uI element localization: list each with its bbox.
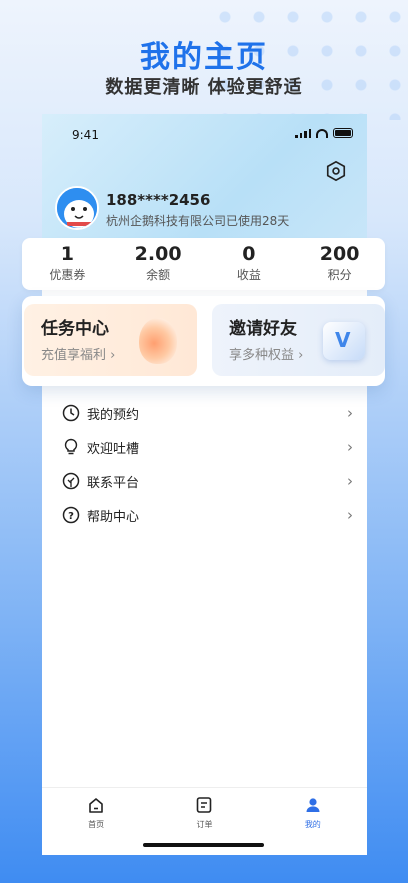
menu-item-label: 联系平台: [87, 475, 140, 491]
tab-home[interactable]: 首页: [42, 788, 150, 847]
battery-icon: [333, 128, 353, 138]
menu-list: 我的预约 › 欢迎吐槽 › 联系平台 › ? 帮助中心 ›: [42, 396, 367, 532]
stat-value: 1: [60, 243, 74, 265]
egg-icon: [139, 318, 177, 364]
task-center-card[interactable]: 任务中心 充值享福利 ›: [24, 304, 197, 376]
vip-badge-icon: V: [323, 322, 365, 360]
status-icons: [295, 128, 353, 138]
stat-coupon[interactable]: 1 优惠券: [22, 238, 113, 290]
stat-earnings[interactable]: 0 收益: [204, 238, 295, 290]
stat-label: 收益: [236, 268, 261, 282]
menu-item-label: 帮助中心: [87, 509, 140, 525]
chevron-right-icon: ›: [347, 472, 353, 490]
hero-title: 我的主页: [140, 40, 268, 75]
status-time: 9:41: [72, 128, 99, 142]
invite-friends-card[interactable]: 邀请好友 享多种权益 › V: [212, 304, 385, 376]
stat-label: 积分: [327, 268, 352, 282]
tab-profile[interactable]: 我的: [259, 788, 367, 847]
stat-value: 200: [319, 243, 360, 265]
leaf-icon: [62, 472, 80, 490]
svg-text:?: ?: [68, 511, 74, 522]
card-title: 邀请好友: [229, 319, 297, 339]
feature-cards: 任务中心 充值享福利 › 邀请好友 享多种权益 › V: [22, 296, 385, 386]
stat-value: 2.00: [134, 243, 182, 265]
tab-bar: 首页 订单 我的: [42, 787, 367, 847]
stat-points[interactable]: 200 积分: [294, 238, 385, 290]
card-subtitle: 享多种权益 ›: [229, 348, 304, 363]
signal-icon: [295, 128, 311, 138]
menu-item-contact[interactable]: 联系平台 ›: [42, 464, 367, 498]
menu-item-label: 我的预约: [87, 407, 140, 423]
order-icon: [150, 794, 258, 816]
menu-item-label: 欢迎吐槽: [87, 441, 140, 457]
clock-icon: [62, 404, 80, 422]
menu-item-help[interactable]: ? 帮助中心 ›: [42, 498, 367, 532]
tab-label: 订单: [196, 820, 213, 829]
profile-icon: [259, 794, 367, 816]
card-subtitle: 充值享福利 ›: [41, 348, 116, 363]
stat-label: 优惠券: [49, 268, 86, 282]
lightbulb-icon: [62, 438, 80, 456]
company-usage: 杭州企鹅科技有限公司已使用28天: [106, 214, 290, 228]
tab-label: 首页: [88, 820, 105, 829]
stat-label: 余额: [146, 268, 171, 282]
home-icon: [42, 794, 150, 816]
help-icon: ?: [62, 506, 80, 524]
tab-label: 我的: [304, 820, 321, 829]
menu-item-appointments[interactable]: 我的预约 ›: [42, 396, 367, 430]
stats-bar: 1 优惠券 2.00 余额 0 收益 200 积分: [22, 238, 385, 290]
wifi-icon: [316, 128, 328, 138]
home-indicator: [143, 843, 264, 847]
menu-item-feedback[interactable]: 欢迎吐槽 ›: [42, 430, 367, 464]
stat-value: 0: [242, 243, 256, 265]
hero-subtitle: 数据更清晰 体验更舒适: [105, 77, 303, 98]
chevron-right-icon: ›: [347, 404, 353, 422]
settings-hexagon-icon[interactable]: [325, 160, 347, 182]
chevron-right-icon: ›: [347, 438, 353, 456]
user-phone: 188****2456: [106, 191, 211, 209]
stat-balance[interactable]: 2.00 余额: [113, 238, 204, 290]
tab-orders[interactable]: 订单: [150, 788, 258, 847]
avatar[interactable]: [55, 186, 99, 230]
card-title: 任务中心: [41, 319, 109, 339]
chevron-right-icon: ›: [347, 506, 353, 524]
